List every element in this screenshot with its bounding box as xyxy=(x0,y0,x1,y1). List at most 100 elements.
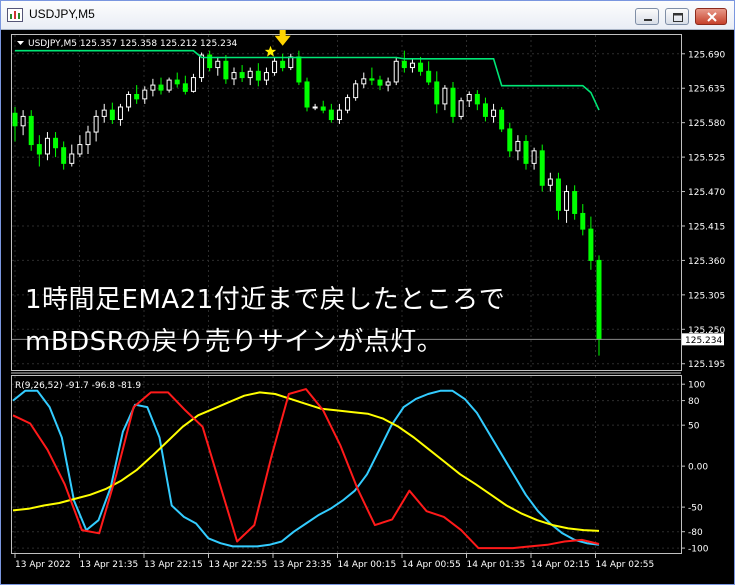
candle-body xyxy=(353,83,359,99)
time-axis-label: 13 Apr 23:35 xyxy=(273,560,332,570)
candle-body xyxy=(109,109,115,121)
candle-body xyxy=(369,78,375,81)
time-axis-label: 13 Apr 22:15 xyxy=(144,560,203,570)
candle-body xyxy=(150,84,156,91)
minimize-button[interactable] xyxy=(635,8,659,25)
candle-body xyxy=(182,83,188,92)
candle-body xyxy=(482,103,488,117)
candle-body xyxy=(596,259,602,340)
candle-body xyxy=(491,109,497,117)
candle-body xyxy=(312,106,318,109)
candle-body xyxy=(263,72,269,81)
candle-body xyxy=(588,228,594,261)
candle-body xyxy=(134,93,140,100)
window-title: USDJPY,M5 xyxy=(29,7,95,21)
candle-body xyxy=(409,62,415,69)
candle-body xyxy=(523,140,529,164)
candle-body xyxy=(531,150,537,164)
candle-body xyxy=(296,56,302,83)
indicator-y-tick-label: 50 xyxy=(688,422,700,432)
main-chart-header: USDJPY,M5 125.357 125.358 125.212 125.23… xyxy=(28,39,238,49)
candle-body xyxy=(44,137,50,155)
candle-body xyxy=(539,150,545,186)
candle-body xyxy=(158,84,164,91)
close-icon xyxy=(707,12,717,22)
time-axis-label: 13 Apr 22:55 xyxy=(209,560,268,570)
candle-body xyxy=(555,178,561,211)
candle-body xyxy=(255,70,261,81)
candle-body xyxy=(20,115,26,127)
candle-body xyxy=(393,60,399,83)
candle-body xyxy=(426,70,432,83)
candle-body xyxy=(53,137,59,149)
candle-body xyxy=(361,78,367,85)
indicator-y-tick-label: -50 xyxy=(688,504,703,514)
candle-body xyxy=(450,87,456,117)
time-axis-label: 14 Apr 02:15 xyxy=(531,560,590,570)
candle-body xyxy=(77,144,83,155)
candle-body xyxy=(466,93,472,102)
main-y-tick-label: 125.635 xyxy=(688,85,725,95)
candle-body xyxy=(328,109,334,121)
time-axis-label: 14 Apr 01:35 xyxy=(467,560,526,570)
main-y-tick-label: 125.195 xyxy=(688,360,725,370)
candle-body xyxy=(28,115,34,146)
candle-body xyxy=(36,144,42,155)
main-y-tick-label: 125.415 xyxy=(688,222,725,232)
candle-body xyxy=(247,70,253,79)
time-axis-label: 13 Apr 2022 xyxy=(15,560,71,570)
candle-body xyxy=(190,77,196,92)
candle-body xyxy=(434,81,440,105)
close-button[interactable] xyxy=(695,8,727,25)
candle-body xyxy=(288,56,294,69)
candle-body xyxy=(93,115,99,133)
candle-body xyxy=(231,72,237,80)
candle-body xyxy=(377,79,383,86)
candle-body xyxy=(69,153,75,164)
maximize-button[interactable] xyxy=(665,8,689,25)
indicator-y-tick-label: 0.00 xyxy=(688,463,708,473)
candle-body xyxy=(239,72,245,79)
candle-body xyxy=(12,112,18,127)
candle-body xyxy=(304,81,310,108)
candle-body xyxy=(117,106,123,121)
annotation-line-1: 1時間足EMA21付近まで戻したところで xyxy=(25,285,506,315)
candle-body xyxy=(215,60,221,69)
title-bar: USDJPY,M5 xyxy=(1,1,734,30)
chart-window: USDJPY,M5 125.690 125.635 125.580 125.525 12… xyxy=(0,0,735,585)
last-price-label: 125.234 xyxy=(685,336,722,346)
candle-body xyxy=(272,60,278,74)
candle-body xyxy=(320,106,326,111)
candle-body xyxy=(547,178,553,186)
candle-body xyxy=(174,79,180,85)
indicator-y-tick-label: 100 xyxy=(688,381,705,391)
candle-body xyxy=(401,60,407,69)
candle-body xyxy=(142,89,148,100)
annotation-line-2: mBDSRの戻り売りサインが点灯。 xyxy=(25,327,444,357)
candle-body xyxy=(458,100,464,117)
indicator-header: R(9,26,52) -91.7 -96.8 -81.9 xyxy=(15,381,141,391)
candle-body xyxy=(280,60,286,69)
candle-body xyxy=(385,81,391,86)
main-y-tick-label: 125.690 xyxy=(688,50,725,60)
indicator-y-tick-label: -80 xyxy=(688,528,703,538)
chart-window-icon xyxy=(7,8,23,22)
candle-body xyxy=(199,54,205,79)
candle-body xyxy=(61,147,67,164)
candle-body xyxy=(442,87,448,105)
main-y-tick-label: 125.580 xyxy=(688,119,725,129)
candle-body xyxy=(345,97,351,111)
time-axis-label: 13 Apr 21:35 xyxy=(80,560,139,570)
main-y-tick-label: 125.470 xyxy=(688,188,725,198)
candle-body xyxy=(515,140,521,152)
minimize-icon xyxy=(644,19,652,21)
candle-body xyxy=(126,93,132,108)
candle-body xyxy=(580,212,586,230)
candle-body xyxy=(507,128,513,152)
time-axis-label: 14 Apr 00:15 xyxy=(338,560,397,570)
main-y-tick-label: 125.305 xyxy=(688,291,725,301)
candle-body xyxy=(336,109,342,121)
candle-body xyxy=(166,79,172,91)
maximize-icon xyxy=(673,13,683,22)
time-axis-label: 14 Apr 00:55 xyxy=(402,560,461,570)
